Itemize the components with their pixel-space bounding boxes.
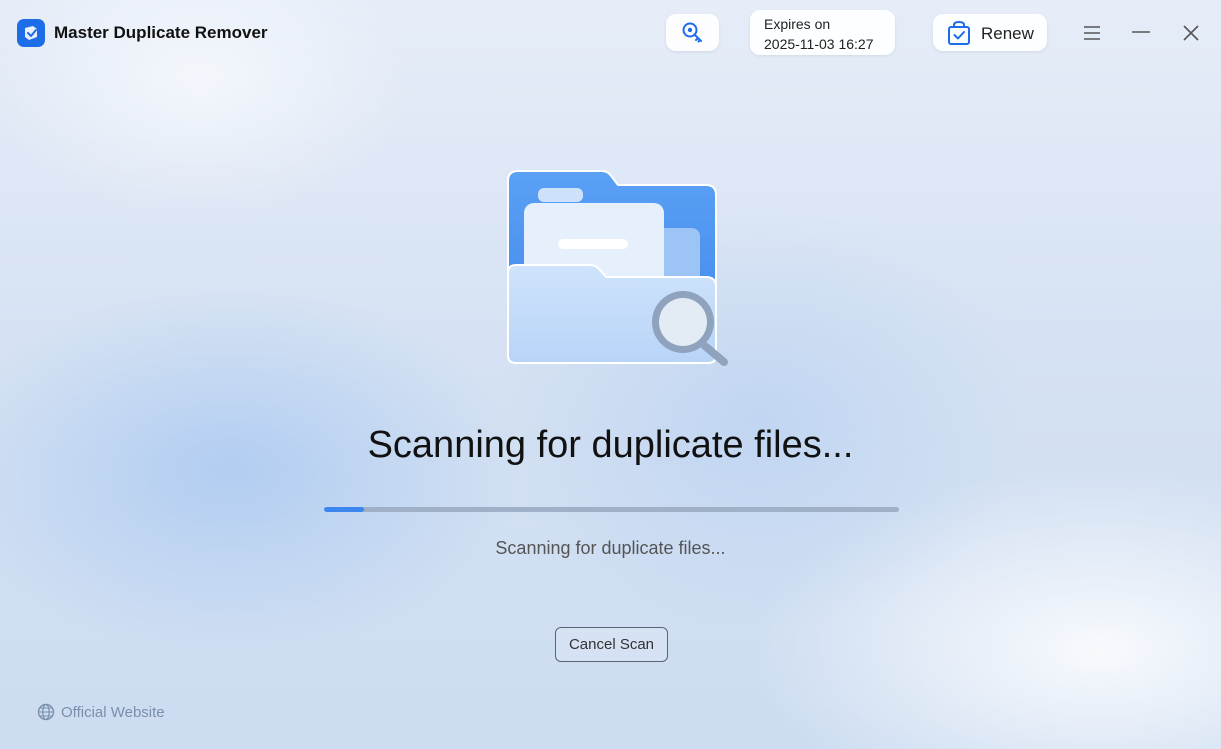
key-search-icon [682, 22, 702, 43]
expiry-date: 2025-11-03 16:27 [764, 36, 874, 52]
renew-button[interactable]: Renew [933, 14, 1047, 51]
close-button[interactable] [1174, 16, 1208, 50]
globe-icon [37, 703, 55, 721]
hamburger-menu-icon [1084, 26, 1100, 40]
shopping-bag-check-icon [948, 20, 970, 45]
renew-label: Renew [981, 24, 1034, 43]
app-logo-icon [17, 19, 45, 47]
app-title: Master Duplicate Remover [54, 23, 268, 42]
close-icon [1183, 25, 1199, 41]
expiry-badge: Expires on 2025-11-03 16:27 [750, 10, 895, 55]
minimize-button[interactable] [1124, 16, 1158, 50]
scan-status-text: Scanning for duplicate files... [495, 538, 726, 558]
minimize-icon [1132, 31, 1150, 33]
scan-progress-fill [324, 507, 365, 512]
license-key-button[interactable] [666, 14, 719, 51]
cancel-scan-button[interactable]: Cancel Scan [555, 627, 668, 662]
official-website-label: Official Website [61, 704, 165, 721]
folder-search-icon [507, 170, 728, 366]
menu-button[interactable] [1075, 16, 1109, 50]
title-bar: Master Duplicate Remover Expires on 2025… [0, 0, 1221, 66]
folder-search-illustration [500, 165, 735, 375]
scan-progress-bar [324, 507, 899, 512]
scan-heading: Scanning for duplicate files... [367, 424, 854, 466]
expiry-label: Expires on [764, 16, 831, 32]
